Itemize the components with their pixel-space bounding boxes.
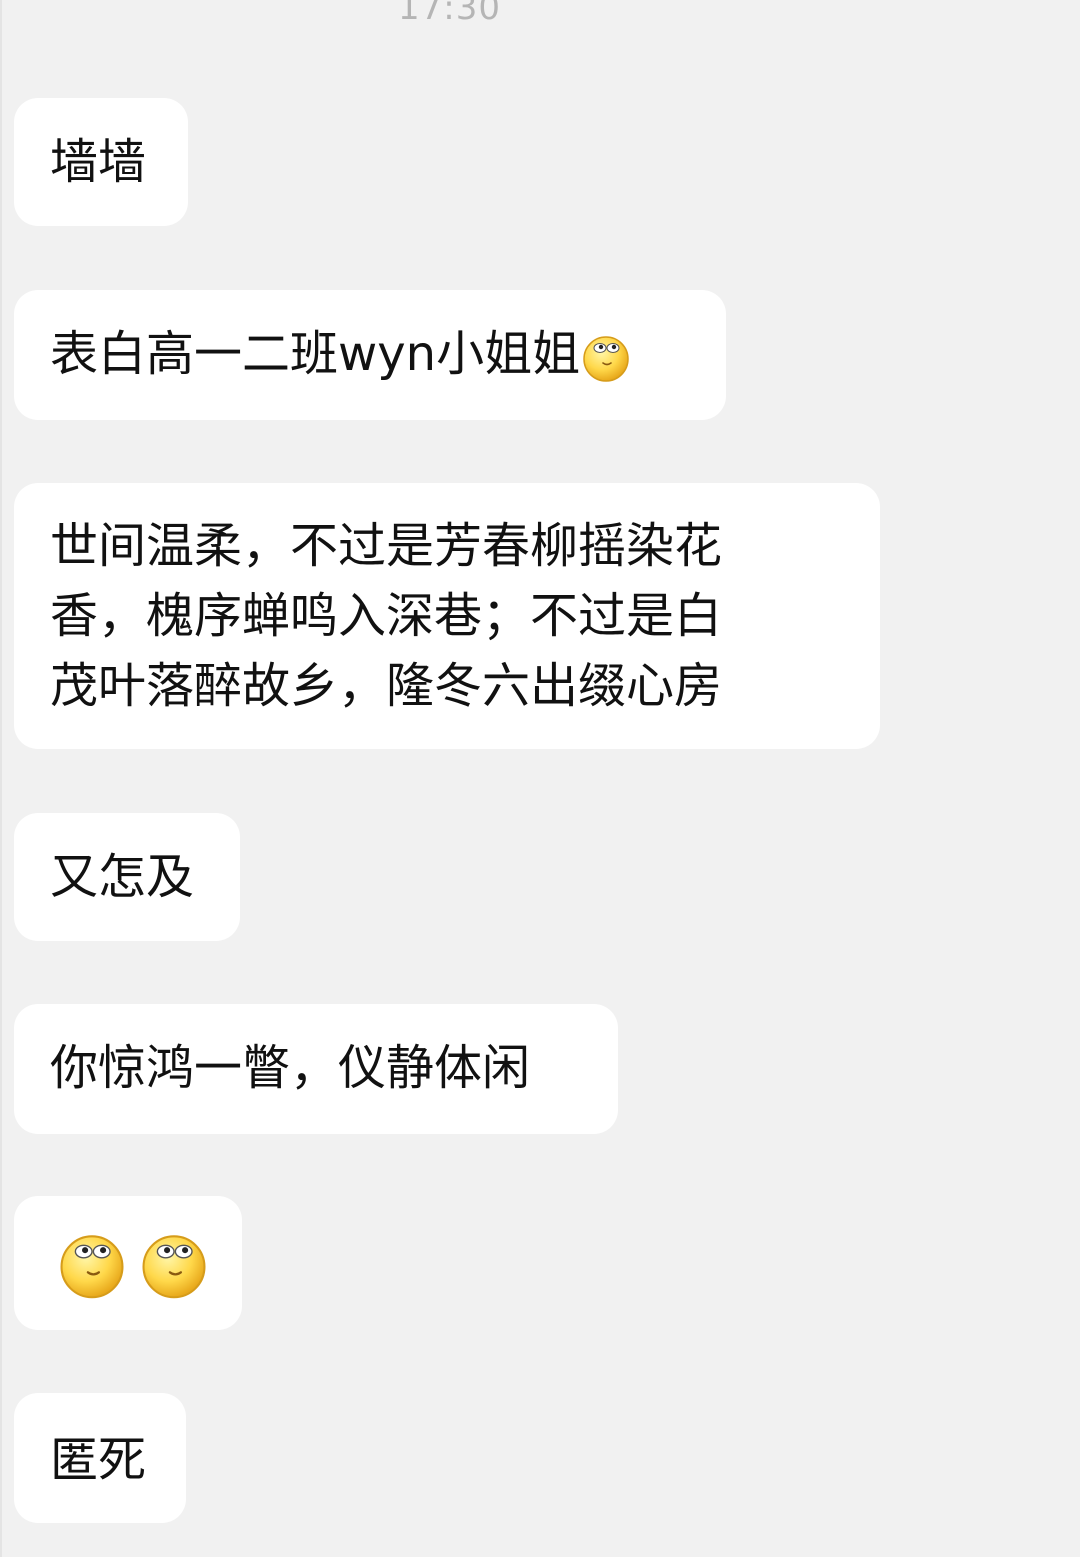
dizzy-eyes-smiley-icon	[138, 1228, 210, 1300]
message-bubble[interactable]: 表白高一二班wyn小姐姐	[14, 290, 726, 420]
message-bubble[interactable]	[14, 1196, 242, 1330]
message-text: 表白高一二班wyn小姐姐	[50, 326, 581, 382]
dizzy-eyes-smiley-icon	[56, 1228, 128, 1300]
message-text-line: 香，槐序蝉鸣入深巷；不过是白	[50, 588, 723, 644]
message-text: 匿死	[50, 1432, 147, 1488]
message-text: 你惊鸿一瞥，仪静体闲	[50, 1040, 531, 1096]
message-timestamp: 17:30	[398, 0, 501, 28]
message-bubble[interactable]: 匿死	[14, 1393, 186, 1523]
message-text-line: 茂叶落醉故乡，隆冬六出缀心房	[50, 658, 723, 714]
message-text: 墙墙	[50, 134, 147, 190]
message-text: 又怎及	[50, 849, 195, 905]
message-bubble[interactable]: 你惊鸿一瞥，仪静体闲	[14, 1004, 618, 1134]
chat-view[interactable]: 17:30 墙墙 表白高一二班wyn小姐姐 世间温柔，不过是芳春柳摇染花 香，槐…	[0, 0, 1080, 1557]
message-bubble[interactable]: 墙墙	[14, 98, 188, 226]
message-bubble[interactable]: 世间温柔，不过是芳春柳摇染花 香，槐序蝉鸣入深巷；不过是白 茂叶落醉故乡，隆冬六…	[14, 483, 880, 749]
message-text-line: 世间温柔，不过是芳春柳摇染花	[50, 518, 723, 574]
dizzy-eyes-smiley-icon	[580, 331, 632, 383]
message-bubble[interactable]: 又怎及	[14, 813, 240, 941]
